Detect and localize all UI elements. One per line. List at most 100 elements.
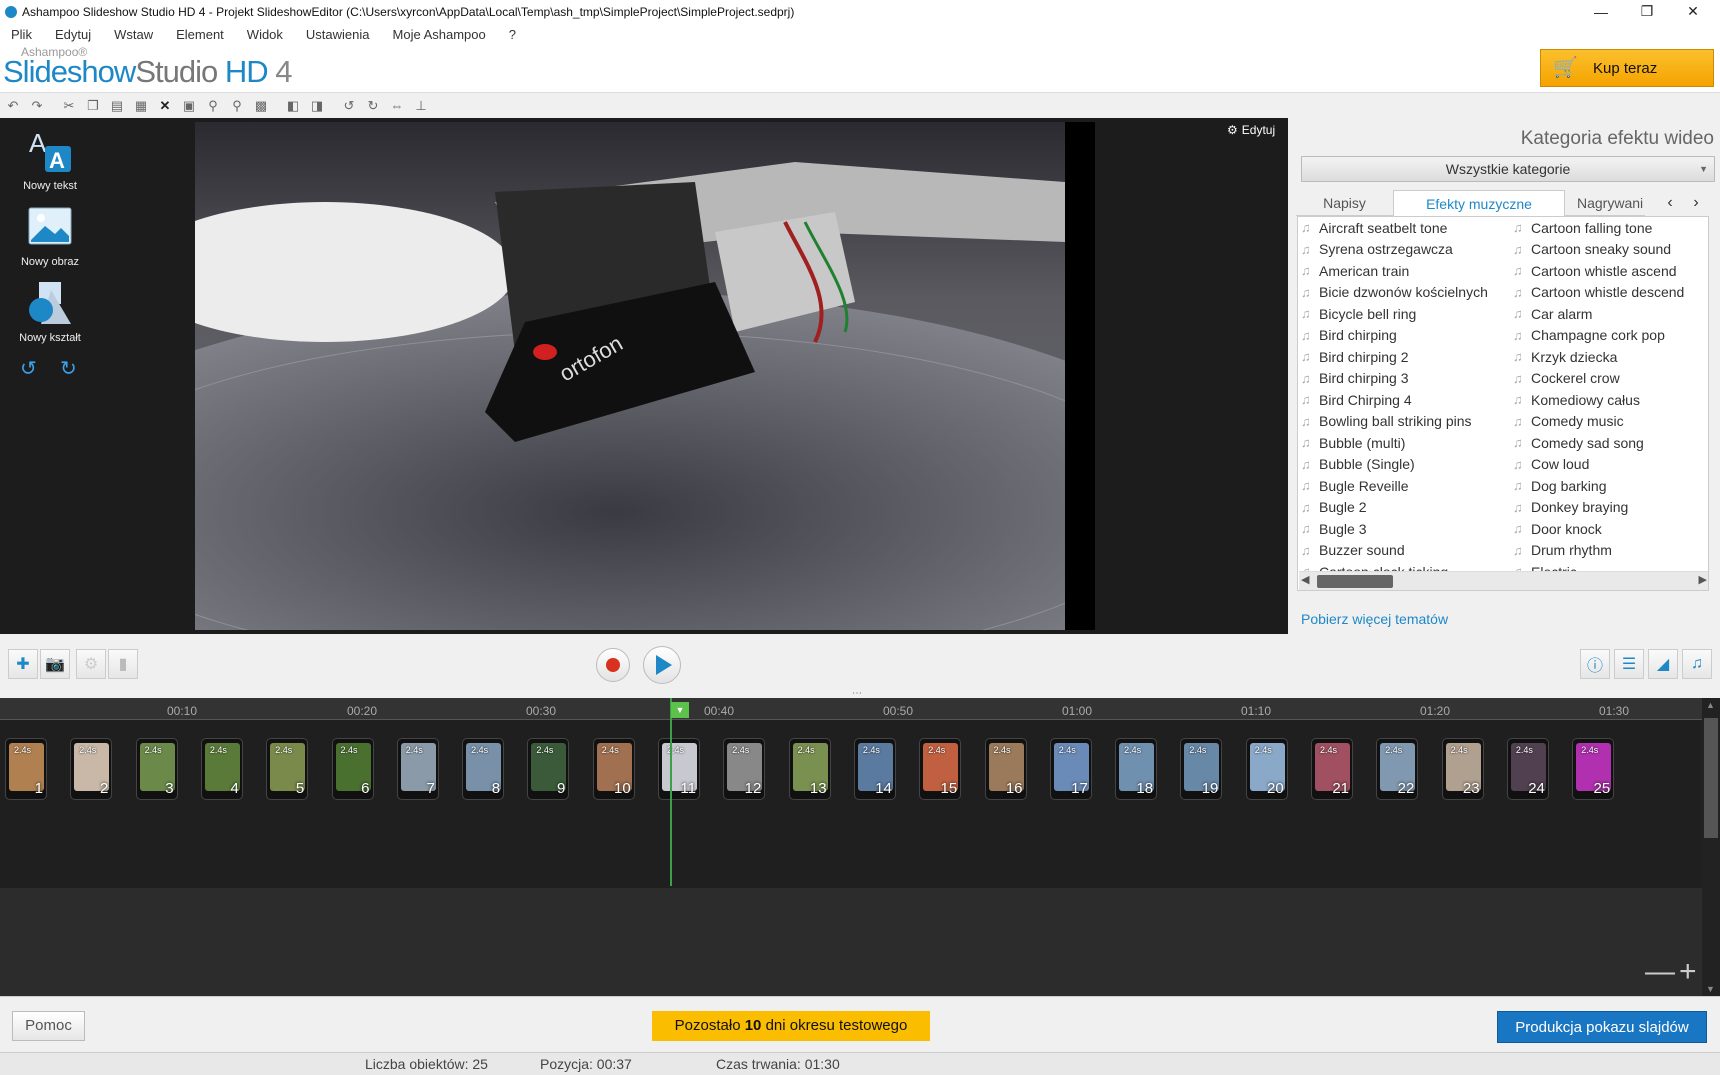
effect-item[interactable]: ♫ Bubble (Single) [1301,454,1488,476]
rotate-left-icon[interactable]: ↺ [339,96,359,116]
timeline-slide[interactable]: 2.4s 23 [1441,738,1484,800]
copy-icon[interactable]: ❐ [83,96,103,116]
zoom-in-icon[interactable]: + [1679,957,1697,987]
timeline-slide[interactable]: 2.4s 18 [1115,738,1158,800]
timeline-slide[interactable]: 2.4s 14 [853,738,896,800]
effect-item[interactable]: ♫ Bicycle bell ring [1301,303,1488,325]
chevron-left-icon[interactable]: ‹ [1658,190,1682,216]
zoom-out-icon[interactable]: — [1645,957,1675,987]
close-button[interactable]: ✕ [1670,0,1716,23]
timeline-slide[interactable]: 2.4s 11 [658,738,700,800]
minimize-button[interactable]: — [1578,0,1624,23]
effect-item[interactable]: ♫ Buzzer sound [1301,540,1488,562]
timeline-slide[interactable]: 2.4s 25 [1572,738,1615,800]
scroll-down-icon[interactable]: ▼ [1706,984,1715,994]
new-shape-tool[interactable]: Nowy kształt [0,280,100,344]
effect-item[interactable]: ♫ Door knock [1513,518,1684,540]
effect-item[interactable]: ♫ American train [1301,260,1488,282]
undo-icon[interactable]: ↺ [20,356,37,381]
bring-front-icon[interactable]: ◧ [283,96,303,116]
scroll-thumb[interactable] [1704,718,1718,838]
maximize-button[interactable]: ❐ [1624,0,1670,23]
playhead[interactable] [670,698,672,886]
effect-item[interactable]: ♫ Komediowy całus [1513,389,1684,411]
new-text-tool[interactable]: AA Nowy tekst [0,128,100,192]
effect-item[interactable]: ♫ Bicie dzwonów kościelnych [1301,282,1488,304]
paste-icon[interactable]: ▤ [107,96,127,116]
timeline-slide[interactable]: 2.4s 7 [396,738,439,800]
timeline-slide[interactable]: 2.4s 15 [919,738,962,800]
effect-item[interactable]: ♫ Cartoon whistle descend [1513,282,1684,304]
timeline-slide[interactable]: 2.4s 9 [527,738,570,800]
timeline-slide[interactable]: 2.4s 2 [70,738,113,800]
timeline[interactable]: 00:10 00:20 00:30 00:40 00:50 01:00 01:1… [0,698,1720,996]
menu-moje-ashampoo[interactable]: Moje Ashampoo [393,27,486,42]
tab-nagrywanie[interactable]: Nagrywani [1565,190,1645,216]
effect-item[interactable]: ♫ Cockerel crow [1513,368,1684,390]
effect-item[interactable]: ♫ Bugle 3 [1301,518,1488,540]
scroll-thumb[interactable] [1317,575,1393,588]
timeline-slide[interactable]: 2.4s 20 [1245,738,1288,800]
effect-item[interactable]: ♫ Aircraft seatbelt tone [1301,217,1488,239]
duplicate-icon[interactable]: ▦ [131,96,151,116]
playhead-handle[interactable]: ▼ [671,702,689,718]
play-button[interactable] [643,646,681,684]
effect-item[interactable]: ♫ Bugle 2 [1301,497,1488,519]
timeline-slide[interactable]: 2.4s 10 [592,738,635,800]
new-image-tool[interactable]: Nowy obraz [0,204,100,268]
timeline-slide[interactable]: 2.4s 13 [788,738,831,800]
scroll-up-icon[interactable]: ▲ [1706,700,1715,710]
effect-item[interactable]: ♫ Bird chirping 3 [1301,368,1488,390]
cut-icon[interactable]: ✂ [59,96,79,116]
delete-icon[interactable]: ✕ [155,96,175,116]
timeline-slide[interactable]: 2.4s 4 [200,738,243,800]
effect-item[interactable]: ♫ Cartoon falling tone [1513,217,1684,239]
effect-item[interactable]: ♫ Bubble (multi) [1301,432,1488,454]
timeline-slide[interactable]: 2.4s 22 [1376,738,1419,800]
list-button[interactable]: ☰ [1614,649,1644,679]
effect-item[interactable]: ♫ Bird Chirping 4 [1301,389,1488,411]
preview-image[interactable]: ortofon [195,122,1065,630]
zoom-in-icon[interactable]: ⚲ [203,96,223,116]
menu-plik[interactable]: Plik [11,27,32,42]
effect-item[interactable]: ♫ Dog barking [1513,475,1684,497]
add-media-button[interactable]: 📷 [40,649,70,679]
scroll-left-icon[interactable]: ◀ [1301,573,1309,586]
scroll-right-icon[interactable]: ▶ [1699,573,1707,586]
zoom-fit-icon[interactable]: ▩ [251,96,271,116]
buy-now-button[interactable]: 🛒 Kup teraz [1540,49,1714,87]
effect-item[interactable]: ♫ Cow loud [1513,454,1684,476]
effect-item[interactable]: ♫ Bird chirping 2 [1301,346,1488,368]
timeline-slide[interactable]: 2.4s 6 [331,738,374,800]
timeline-slide[interactable]: 2.4s 19 [1180,738,1223,800]
timeline-slide[interactable]: 2.4s 24 [1506,738,1549,800]
effect-item[interactable]: ♫ Syrena ostrzegawcza [1301,239,1488,261]
add-button[interactable]: ✚ [8,649,38,679]
effect-item[interactable]: ♫ Drum rhythm [1513,540,1684,562]
effect-item[interactable]: ♫ Champagne cork pop [1513,325,1684,347]
rotate-right-icon[interactable]: ↻ [363,96,383,116]
settings-button[interactable]: ⚙ [76,649,106,679]
effect-item[interactable]: ♫ Comedy music [1513,411,1684,433]
menu-help[interactable]: ? [509,27,516,42]
undo-icon[interactable]: ↶ [3,96,23,116]
menu-wstaw[interactable]: Wstaw [114,27,153,42]
tab-efekty-muzyczne[interactable]: Efekty muzyczne [1393,190,1565,216]
chevron-right-icon[interactable]: › [1684,190,1708,216]
music-button[interactable]: ♫ [1682,649,1712,679]
effect-item[interactable]: ♫ Bird chirping [1301,325,1488,347]
tab-napisy[interactable]: Napisy [1296,190,1393,216]
trash-button[interactable]: ▮ [108,649,138,679]
timeline-slide[interactable]: 2.4s 16 [984,738,1027,800]
effect-item[interactable]: ♫ Donkey braying [1513,497,1684,519]
flip-icon[interactable]: ⇔ [387,96,407,116]
timeline-slide[interactable]: 2.4s 8 [462,738,505,800]
effect-item[interactable]: ♫ Car alarm [1513,303,1684,325]
effect-item[interactable]: ♫ Cartoon whistle ascend [1513,260,1684,282]
menu-element[interactable]: Element [176,27,224,42]
edit-button[interactable]: ⚙ Edytuj [1227,123,1275,137]
effect-item[interactable]: ♫ Krzyk dziecka [1513,346,1684,368]
effect-item[interactable]: ♫ Bowling ball striking pins [1301,411,1488,433]
effect-item[interactable]: ♫ Bugle Reveille [1301,475,1488,497]
zoom-out-icon[interactable]: ⚲ [227,96,247,116]
